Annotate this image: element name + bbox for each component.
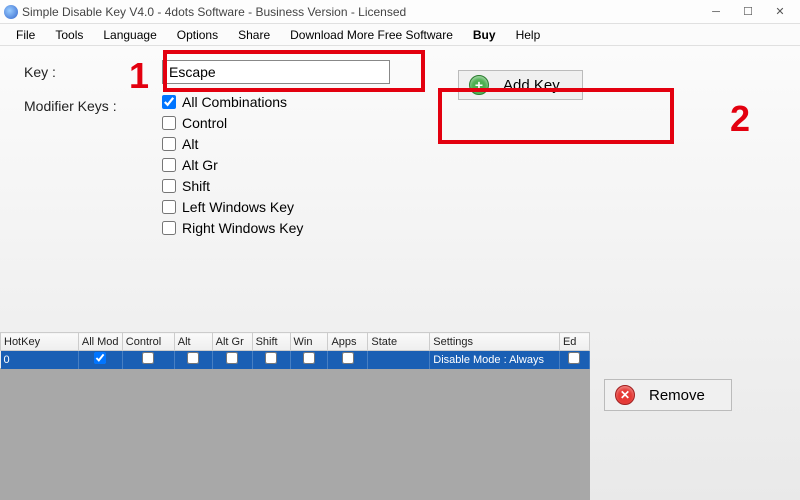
table-background [0, 368, 590, 500]
table-header-row: HotKey All Mod Control Alt Alt Gr Shift … [1, 333, 590, 351]
menu-download[interactable]: Download More Free Software [280, 26, 463, 44]
checkbox-all-combinations[interactable] [162, 95, 176, 109]
modifier-label: Modifier Keys : [24, 94, 162, 114]
key-input[interactable] [162, 60, 390, 84]
row-checkbox-shift[interactable] [265, 352, 277, 364]
cell-settings: Disable Mode : Always [430, 351, 560, 369]
row-checkbox-altgr[interactable] [226, 352, 238, 364]
menu-buy[interactable]: Buy [463, 26, 506, 44]
checkbox-alt[interactable] [162, 137, 176, 151]
modifier-alt[interactable]: Alt [162, 136, 303, 152]
th-hotkey[interactable]: HotKey [1, 333, 79, 351]
modifier-right-win[interactable]: Right Windows Key [162, 220, 303, 236]
cell-apps [328, 351, 368, 369]
row-checkbox-apps[interactable] [342, 352, 354, 364]
close-button[interactable]: ✕ [764, 2, 796, 22]
cell-control [122, 351, 174, 369]
modifier-left-win[interactable]: Left Windows Key [162, 199, 303, 215]
remove-label: Remove [649, 387, 705, 404]
checkbox-altgr[interactable] [162, 158, 176, 172]
row-checkbox-win[interactable] [303, 352, 315, 364]
menu-language[interactable]: Language [93, 26, 166, 44]
remove-button[interactable]: ✕ Remove [604, 379, 732, 411]
cell-altgr [212, 351, 252, 369]
th-shift[interactable]: Shift [252, 333, 290, 351]
th-alt[interactable]: Alt [174, 333, 212, 351]
add-key-label: Add Key [503, 77, 560, 94]
maximize-button[interactable]: ☐ [732, 2, 764, 22]
checkbox-right-win[interactable] [162, 221, 176, 235]
window-title: Simple Disable Key V4.0 - 4dots Software… [22, 5, 406, 19]
row-checkbox-control[interactable] [142, 352, 154, 364]
checkbox-left-win[interactable] [162, 200, 176, 214]
menubar: File Tools Language Options Share Downlo… [0, 24, 800, 46]
plus-icon: + [469, 75, 489, 95]
checkbox-control[interactable] [162, 116, 176, 130]
menu-file[interactable]: File [6, 26, 45, 44]
th-settings[interactable]: Settings [430, 333, 560, 351]
app-icon [4, 5, 18, 19]
th-allmod[interactable]: All Mod [78, 333, 122, 351]
row-checkbox-allmod[interactable] [94, 352, 106, 364]
menu-tools[interactable]: Tools [45, 26, 93, 44]
menu-help[interactable]: Help [506, 26, 551, 44]
th-ed[interactable]: Ed [559, 333, 589, 351]
modifier-list: All Combinations Control Alt Alt Gr Shif… [162, 94, 303, 236]
cell-state [368, 351, 430, 369]
cell-alt [174, 351, 212, 369]
menu-options[interactable]: Options [167, 26, 228, 44]
add-key-button[interactable]: + Add Key [458, 70, 583, 100]
th-apps[interactable]: Apps [328, 333, 368, 351]
cell-ed [559, 351, 589, 369]
hotkey-table: HotKey All Mod Control Alt Alt Gr Shift … [0, 332, 590, 369]
modifier-all-combinations[interactable]: All Combinations [162, 94, 303, 110]
form-area: Key : Modifier Keys : All Combinations C… [0, 46, 800, 248]
modifier-shift[interactable]: Shift [162, 178, 303, 194]
key-label: Key : [24, 60, 162, 80]
titlebar: Simple Disable Key V4.0 - 4dots Software… [0, 0, 800, 24]
checkbox-shift[interactable] [162, 179, 176, 193]
minimize-button[interactable]: ─ [700, 2, 732, 22]
remove-icon: ✕ [615, 385, 635, 405]
th-state[interactable]: State [368, 333, 430, 351]
cell-allmod [78, 351, 122, 369]
th-altgr[interactable]: Alt Gr [212, 333, 252, 351]
cell-win [290, 351, 328, 369]
th-control[interactable]: Control [122, 333, 174, 351]
modifier-control[interactable]: Control [162, 115, 303, 131]
table-row[interactable]: 0 Disable Mode : Always [1, 351, 590, 369]
cell-shift [252, 351, 290, 369]
cell-hotkey: 0 [1, 351, 79, 369]
row-checkbox-ed[interactable] [568, 352, 580, 364]
th-win[interactable]: Win [290, 333, 328, 351]
row-checkbox-alt[interactable] [187, 352, 199, 364]
menu-share[interactable]: Share [228, 26, 280, 44]
modifier-altgr[interactable]: Alt Gr [162, 157, 303, 173]
